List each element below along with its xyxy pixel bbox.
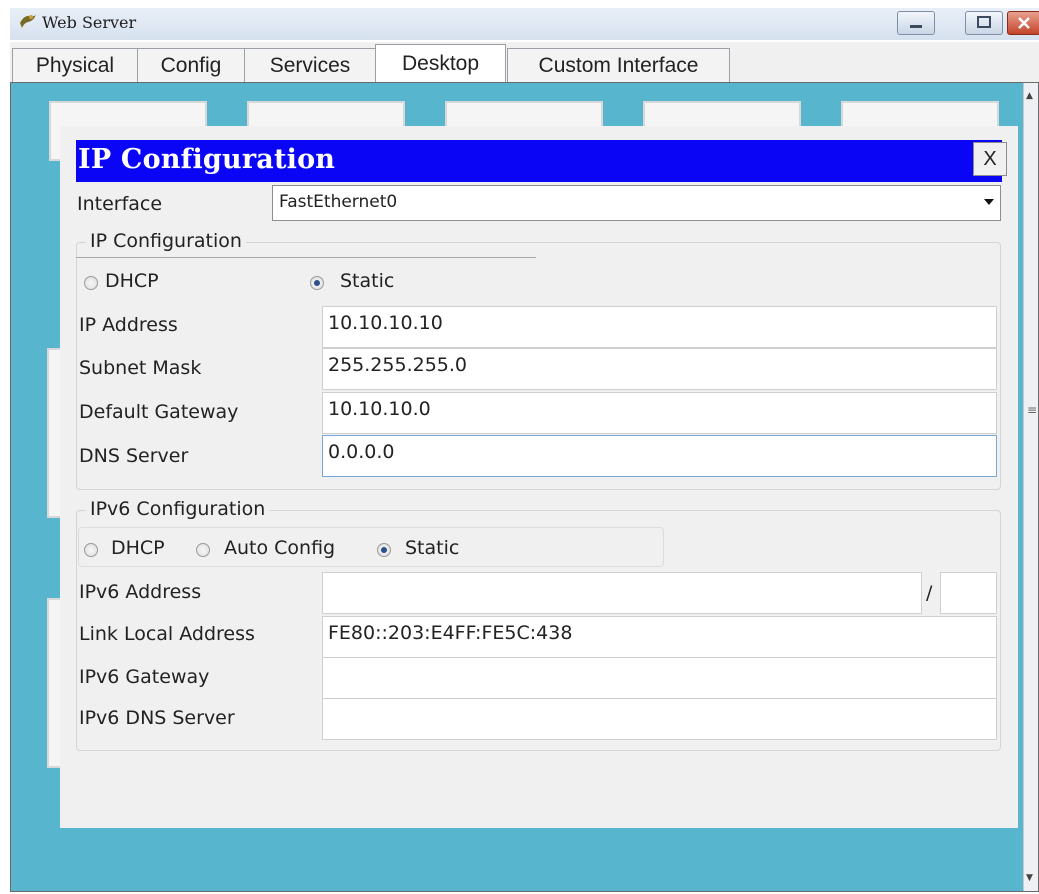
ipv4-dhcp-radio[interactable] [84,276,98,290]
dns-server-input[interactable]: 0.0.0.0 [322,435,997,477]
subnet-mask-input[interactable]: 255.255.255.0 [322,348,997,390]
tab-physical[interactable]: Physical [12,48,138,82]
dialog-title: IP Configuration [78,144,336,175]
vertical-scrollbar[interactable]: ▲ ≡ ▼ [1023,83,1038,891]
tab-config[interactable]: Config [137,48,245,82]
default-gateway-input[interactable]: 10.10.10.0 [322,392,997,434]
tab-label: Physical [35,53,115,77]
ipv4-static-label[interactable]: Static [340,270,394,292]
maximize-button[interactable] [965,11,1003,35]
interface-label: Interface [77,193,163,215]
ip-configuration-dialog: IP Configuration X Interface FastEtherne… [60,126,1018,828]
tab-label: Custom Interface [538,53,699,77]
chevron-down-icon [984,199,994,205]
ipv6-auto-config-label[interactable]: Auto Config [224,537,335,559]
minimize-button[interactable] [897,11,935,35]
dialog-close-button[interactable]: X [973,142,1007,176]
scroll-grip-icon[interactable]: ≡ [1027,403,1037,417]
ip-address-label: IP Address [79,314,178,336]
tab-label: Config [160,53,222,77]
interface-select[interactable]: FastEthernet0 [272,185,1001,221]
tab-custom-interface[interactable]: Custom Interface [507,48,730,82]
web-server-app-icon [18,11,38,31]
ipv6-auto-config-radio[interactable] [196,543,210,557]
ipv6-address-input[interactable] [322,572,922,614]
close-icon: X [983,147,997,170]
scroll-up-icon[interactable]: ▲ [1026,91,1033,101]
ipv6-mode-group [78,527,664,567]
ipv6-address-label: IPv6 Address [79,581,202,603]
ipv6-prefix-input[interactable] [940,572,997,614]
ipv6-dhcp-radio[interactable] [84,543,98,557]
ipv6-static-radio[interactable] [377,543,391,557]
window-title-bar[interactable]: Web Server [10,8,1039,40]
link-local-address-label: Link Local Address [79,623,255,645]
default-gateway-label: Default Gateway [79,401,239,423]
tab-desktop[interactable]: Desktop [375,44,506,83]
dns-server-label: DNS Server [79,445,189,467]
prefix-separator: / [926,582,933,604]
tab-bar: Physical Config Services Desktop Custom … [10,42,1039,83]
ipv6-gateway-label: IPv6 Gateway [79,666,210,688]
window-title: Web Server [42,13,137,32]
dialog-title-bar[interactable]: IP Configuration X [76,140,1007,182]
tab-services[interactable]: Services [244,48,376,82]
scroll-down-icon[interactable]: ▼ [1026,873,1033,883]
ip-address-input[interactable]: 10.10.10.10 [322,306,997,348]
tab-label: Services [269,53,351,77]
interface-value: FastEthernet0 [279,192,398,212]
ipv4-dhcp-label[interactable]: DHCP [105,270,159,292]
ipv4-static-radio[interactable] [310,276,324,290]
ipv6-dns-server-label: IPv6 DNS Server [79,707,235,729]
ipv6-static-label[interactable]: Static [405,537,459,559]
subnet-mask-label: Subnet Mask [79,357,202,379]
ipv6-dhcp-label[interactable]: DHCP [111,537,165,559]
window-close-button[interactable] [1007,11,1039,35]
tab-label: Desktop [401,52,480,75]
ipv6-group-legend: IPv6 Configuration [86,498,270,520]
ipv4-group-legend: IP Configuration [86,230,246,252]
ipv6-gateway-input[interactable] [322,657,997,699]
ipv4-legend-line [76,257,536,258]
ipv6-dns-server-input[interactable] [322,698,997,740]
link-local-address-input[interactable]: FE80::203:E4FF:FE5C:438 [322,616,997,658]
